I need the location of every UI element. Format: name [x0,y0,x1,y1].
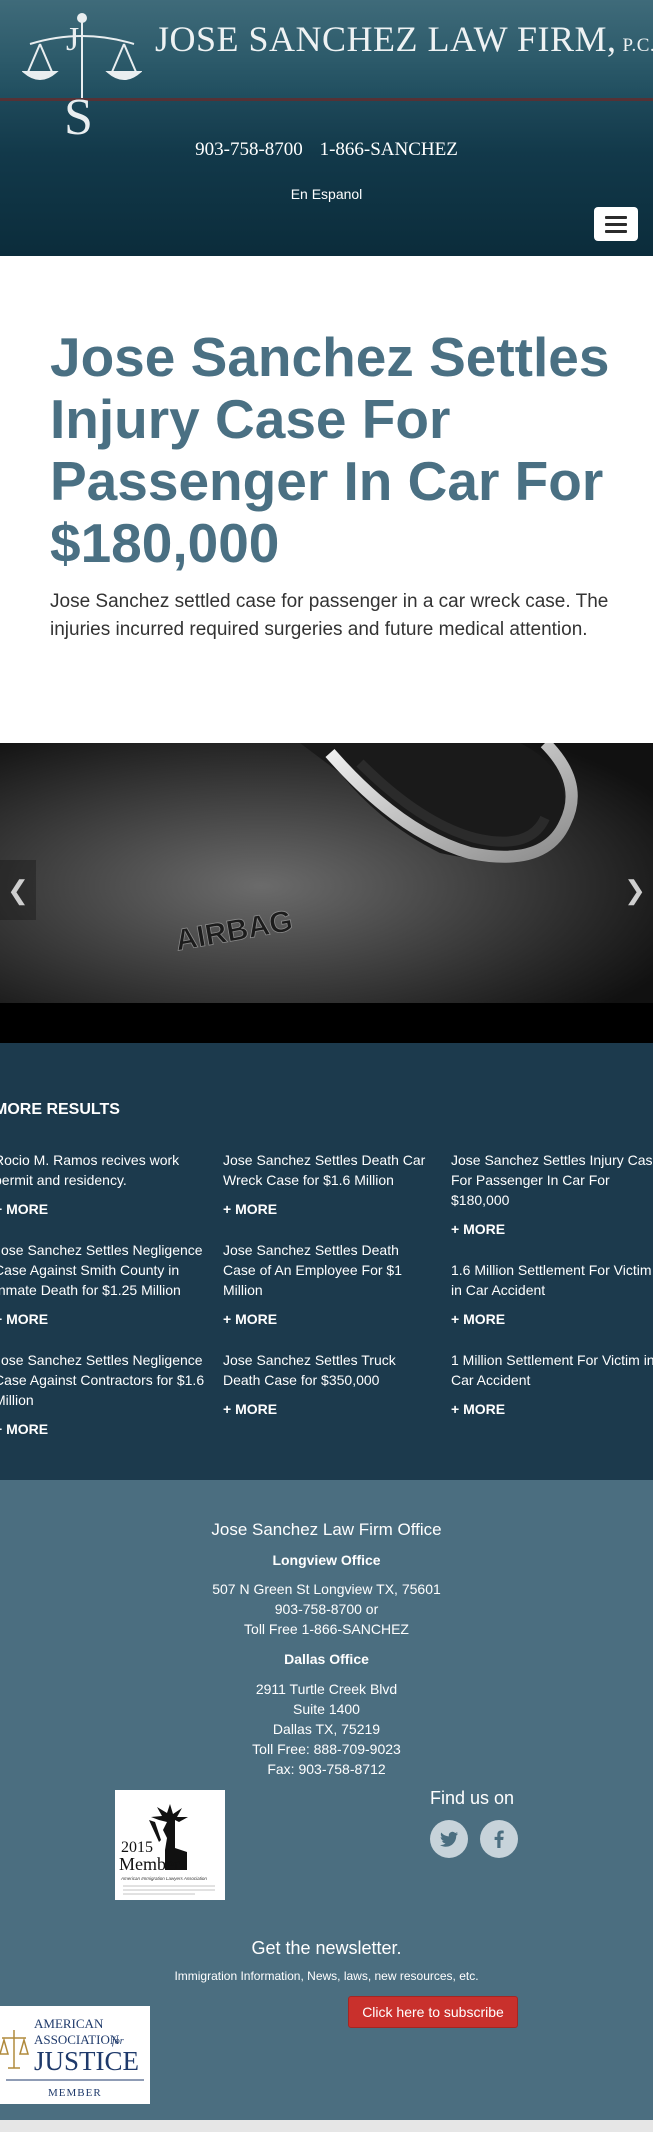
badge-org: American Immigration Lawyers Association [120,1876,207,1881]
twitter-icon[interactable] [430,1820,468,1858]
result-title[interactable]: Jose Sanchez Settles Injury Case For Pas… [451,1150,653,1210]
find-us-heading: Find us on [430,1788,515,1808]
aaj-line2: ASSOCIATION [34,2032,120,2047]
badge-member: Member [119,1854,180,1874]
aaj-line3: JUSTICE [34,2046,139,2076]
result-title[interactable]: 1 Million Settlement For Victim in Car A… [451,1350,653,1390]
result-title[interactable]: Jose Sanchez Settles Death Car Wreck Cas… [223,1150,433,1190]
phone-secondary[interactable]: 1-866-SANCHEZ [320,139,458,160]
spanish-language-link[interactable]: En Espanol [0,186,653,202]
page-bottom-strip [0,2120,653,2132]
result-more-link[interactable]: + MORE [0,1311,48,1327]
phone-numbers: 903-758-8700 1-866-SANCHEZ [0,139,653,161]
more-results-heading: MORE RESULTS [0,1101,120,1118]
phone-primary[interactable]: 903-758-8700 [195,139,303,160]
dallas-suite: Suite 1400 [293,1701,360,1717]
hero-slider-image: AIRBAG [0,743,653,1043]
office-heading: Jose Sanchez Law Firm Office [211,1520,442,1539]
result-more-link[interactable]: + MORE [451,1401,505,1417]
hamburger-menu-button[interactable] [594,207,638,241]
aaj-member-logo[interactable]: AMERICAN ASSOCIATION for JUSTICE MEMBER [0,2006,150,2104]
aaj-member: MEMBER [48,2087,102,2099]
longview-phone[interactable]: 903-758-8700 or [0,1601,653,1617]
dallas-street: 2911 Turtle Creek Blvd [255,1681,398,1697]
result-title[interactable]: Jose Sanchez Settles Death Case of An Em… [223,1240,423,1300]
scales-of-justice-logo[interactable]: J S [22,10,142,140]
logo-letter-j: J [66,21,79,58]
aaj-line1: AMERICAN [34,2016,104,2031]
dallas-city: Dallas TX, 75219 [272,1721,381,1737]
logo-letter-s: S [64,89,93,140]
result-more-link[interactable]: + MORE [0,1201,48,1217]
result-title[interactable]: Rocio M. Ramos recives work permit and r… [0,1150,194,1190]
result-more-link[interactable]: + MORE [0,1421,48,1437]
result-more-link[interactable]: + MORE [223,1401,277,1417]
slider-next-button[interactable]: ❯ [617,860,653,920]
result-more-link[interactable]: + MORE [451,1311,505,1327]
dallas-fax: Fax: 903-758-8712 [267,1761,386,1777]
dallas-office-heading: Dallas Office [284,1651,369,1667]
firm-suffix: P.C. [622,35,653,56]
slider-prev-button[interactable]: ❮ [0,860,36,920]
longview-address: 507 N Green St Longview TX, 75601 [212,1581,441,1597]
chevron-right-icon: ❯ [624,875,646,905]
result-title[interactable]: 1.6 Million Settlement For Victim in Car… [451,1260,653,1300]
dallas-toll-free[interactable]: Toll Free: 888-709-9023 [0,1741,653,1757]
longview-toll-free[interactable]: Toll Free 1-866-SANCHEZ [0,1621,653,1637]
article-summary: Jose Sanchez settled case for passenger … [50,591,609,640]
result-more-link[interactable]: + MORE [223,1311,277,1327]
result-title[interactable]: Jose Sanchez Settles Negligence Case Aga… [0,1240,209,1300]
result-title[interactable]: Jose Sanchez Settles Truck Death Case fo… [223,1350,423,1390]
result-more-link[interactable]: + MORE [451,1221,505,1237]
longview-office-heading: Longview Office [272,1552,381,1568]
firm-name[interactable]: JOSE SANCHEZ LAW FIRM, P.C. [155,18,653,60]
article-title: Jose Sanchez Settles Injury Case For Pas… [50,326,610,574]
facebook-icon[interactable] [480,1820,518,1858]
chevron-left-icon: ❮ [7,875,29,905]
result-title[interactable]: Jose Sanchez Settles Negligence Case Aga… [0,1350,209,1410]
newsletter-description: Immigration Information, News, laws, new… [174,1969,479,1983]
aila-member-badge: 2015 Member American Immigration Lawyers… [115,1790,225,1900]
firm-name-text: JOSE SANCHEZ LAW FIRM, [155,19,617,59]
result-more-link[interactable]: + MORE [223,1201,277,1217]
subscribe-button[interactable]: Click here to subscribe [348,1996,518,2028]
newsletter-heading: Get the newsletter. [251,1938,402,1958]
site-header: J S JOSE SANCHEZ LAW FIRM, P.C. 903-758-8… [0,0,653,256]
